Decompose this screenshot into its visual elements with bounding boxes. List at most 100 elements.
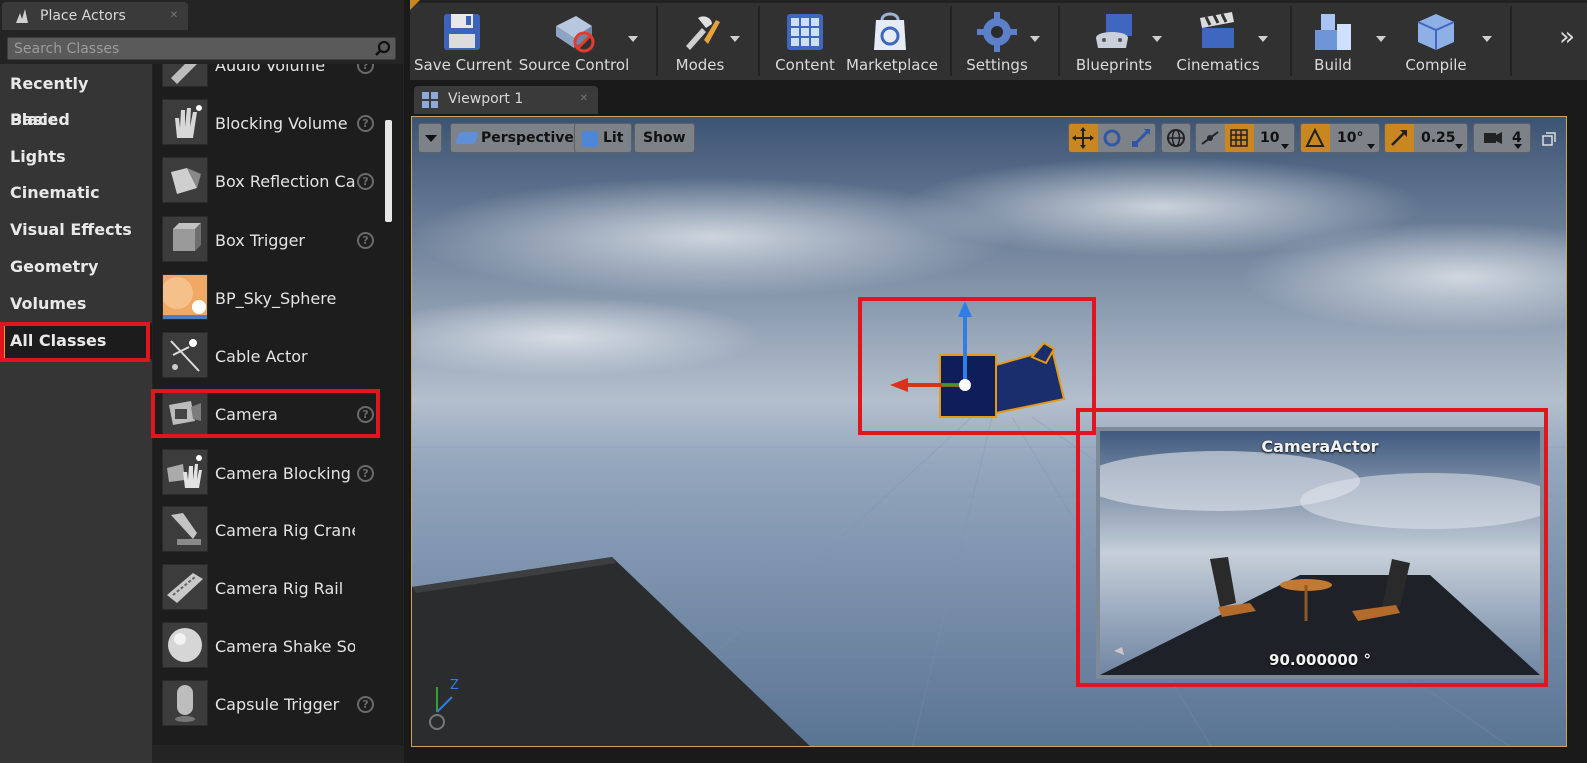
category-visual-effects[interactable]: Visual Effects — [0, 212, 152, 248]
scale-icon — [1131, 128, 1151, 148]
place-actors-icon — [16, 9, 28, 23]
list-item-label: Camera Blocking — [215, 464, 351, 483]
blueprints-icon — [1096, 14, 1132, 48]
search-input[interactable] — [8, 38, 368, 60]
help-icon[interactable]: ? — [357, 173, 374, 190]
list-item-bp-sky-sphere[interactable]: BP_Sky_Sphere — [153, 270, 393, 328]
surface-snap-button[interactable] — [1196, 124, 1225, 152]
list-item-box-reflection-capture[interactable]: Box Reflection Ca ? — [153, 153, 393, 211]
list-item-camera-blocking-volume[interactable]: Camera Blocking ? — [153, 445, 393, 503]
help-icon[interactable]: ? — [357, 696, 374, 713]
save-current-label: Save Current — [414, 56, 512, 74]
compile-icon — [1417, 14, 1455, 50]
help-icon[interactable]: ? — [357, 115, 374, 132]
chevron-down-icon[interactable] — [1030, 36, 1040, 42]
cable-actor-icon — [162, 332, 208, 378]
list-scrollbar[interactable] — [385, 120, 392, 222]
list-item-box-trigger[interactable]: Box Trigger ? — [153, 212, 393, 270]
category-all-classes[interactable]: All Classes — [0, 323, 152, 359]
category-cinematic[interactable]: Cinematic — [0, 175, 152, 211]
level-viewport[interactable]: Z Perspective Lit Show 10 10° 0.25 4 Cam… — [411, 116, 1567, 747]
toolbar-separator — [1510, 6, 1512, 76]
blueprints-button[interactable]: Blueprints — [1070, 6, 1162, 80]
place-actors-tab[interactable]: Place Actors ✕ — [2, 2, 188, 30]
category-geometry[interactable]: Geometry — [0, 249, 152, 285]
chevron-down-icon[interactable] — [1152, 36, 1162, 42]
save-current-button[interactable]: Save Current — [414, 6, 512, 80]
category-basic[interactable]: Basic — [0, 102, 152, 138]
blueprints-label: Blueprints — [1075, 56, 1153, 74]
source-control-button[interactable]: Source Control — [518, 6, 638, 80]
compile-button[interactable]: Compile — [1394, 6, 1492, 80]
chevron-down-icon[interactable] — [1514, 144, 1522, 149]
list-item-label: Camera Rig Rail — [215, 579, 344, 598]
list-item-capsule-trigger[interactable]: Capsule Trigger ? — [153, 676, 393, 734]
rotation-snap-value[interactable]: 10° — [1337, 124, 1363, 152]
blocking-volume-icon — [162, 99, 208, 145]
close-icon[interactable]: ✕ — [580, 93, 588, 104]
list-item-audio-volume[interactable]: Audio Volume ? — [153, 64, 393, 95]
maximize-viewport-button[interactable] — [1542, 131, 1556, 146]
marketplace-button[interactable]: Marketplace — [846, 6, 938, 80]
rotate-mode-button[interactable] — [1098, 124, 1127, 152]
box-reflection-capture-icon — [162, 157, 208, 203]
build-button[interactable]: Build — [1302, 6, 1386, 80]
list-item-blocking-volume[interactable]: Blocking Volume ? — [153, 95, 393, 153]
coordinate-system-button[interactable] — [1161, 123, 1191, 153]
help-icon[interactable]: ? — [357, 232, 374, 249]
lit-icon — [582, 131, 598, 147]
camera-speed-icon — [1484, 132, 1502, 144]
help-icon[interactable]: ? — [357, 64, 374, 74]
search-icon[interactable] — [374, 40, 392, 58]
camera-shake-icon — [162, 622, 208, 668]
list-item-camera[interactable]: Camera ? — [153, 386, 393, 444]
grid-snap-value[interactable]: 10 — [1260, 124, 1279, 152]
chevron-down-icon[interactable] — [1281, 144, 1289, 149]
rotation-snap-toggle[interactable] — [1301, 124, 1330, 152]
content-button[interactable]: Content — [768, 6, 842, 80]
help-icon[interactable]: ? — [357, 406, 374, 423]
surface-snap-icon — [1201, 131, 1219, 145]
close-icon[interactable]: ✕ — [168, 10, 180, 22]
modes-button[interactable]: Modes — [666, 6, 740, 80]
chevron-down-icon[interactable] — [1258, 36, 1268, 42]
chevron-down-icon[interactable] — [1376, 36, 1386, 42]
scale-snap-toggle[interactable] — [1385, 124, 1414, 152]
settings-button[interactable]: Settings — [962, 6, 1040, 80]
place-actors-panel: Place Actors ✕ Recently Placed Basic Lig… — [0, 0, 404, 763]
chevron-down-icon[interactable] — [628, 36, 638, 42]
category-volumes[interactable]: Volumes — [0, 286, 152, 322]
cinematics-button[interactable]: Cinematics — [1174, 6, 1268, 80]
category-lights[interactable]: Lights — [0, 139, 152, 175]
axis-z-label: Z — [450, 678, 459, 693]
chevron-down-icon[interactable] — [1367, 144, 1375, 149]
viewport-tab[interactable]: Viewport 1 ✕ — [414, 86, 598, 114]
toolbar-top-line — [410, 0, 1587, 3]
show-label: Show — [643, 130, 686, 146]
search-field[interactable] — [7, 37, 396, 60]
lit-button[interactable]: Lit — [574, 123, 633, 153]
grid-snap-toggle[interactable] — [1225, 124, 1254, 152]
scale-snap-value[interactable]: 0.25 — [1421, 124, 1456, 152]
rotate-icon — [1103, 129, 1121, 147]
viewport-options-button[interactable] — [418, 123, 442, 153]
perspective-button[interactable]: Perspective — [450, 123, 583, 153]
scale-snap-group: 0.25 — [1384, 123, 1468, 153]
show-button[interactable]: Show — [634, 123, 695, 153]
chevron-down-icon[interactable] — [1455, 144, 1463, 149]
place-actors-tab-label: Place Actors — [40, 8, 126, 24]
help-icon[interactable]: ? — [357, 465, 374, 482]
list-item-camera-rig-rail[interactable]: Camera Rig Rail — [153, 560, 393, 618]
chevron-down-icon[interactable] — [730, 36, 740, 42]
camera-preview-fov: 90.000000 ° — [1269, 651, 1371, 669]
toolbar-separator — [1290, 6, 1292, 76]
list-item-cable-actor[interactable]: Cable Actor — [153, 328, 393, 386]
list-item-camera-rig-crane[interactable]: Camera Rig Crane — [153, 502, 393, 560]
translate-mode-button[interactable] — [1069, 124, 1098, 152]
scale-mode-button[interactable] — [1127, 124, 1156, 152]
list-item-label: BP_Sky_Sphere — [215, 289, 337, 308]
chevron-down-icon[interactable] — [1482, 36, 1492, 42]
list-item-camera-shake-source[interactable]: Camera Shake Sourc — [153, 618, 393, 676]
toolbar-overflow-button[interactable]: » — [1559, 22, 1575, 52]
category-recently-placed[interactable]: Recently Placed — [0, 66, 152, 129]
